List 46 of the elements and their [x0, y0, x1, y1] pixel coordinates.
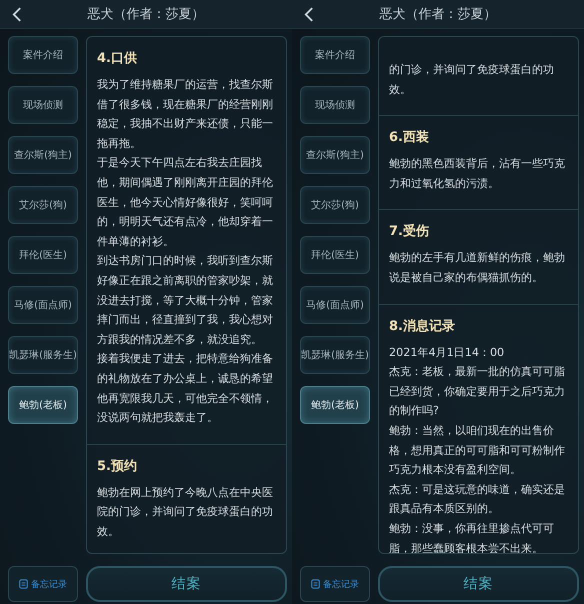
sidebar-tab[interactable]: 现场侦测 [8, 86, 78, 124]
paragraph: 杰克：老板，最新一批的仿真可可脂已经到货，你确定要用于之后巧克力的制作吗? [389, 364, 566, 420]
paragraph: 鲍勃：当然，以咱们现在的出售价格，想用真正的可可脂和可可粉制作巧克力根本没有盈利空间。 [389, 422, 566, 478]
sidebar-tab[interactable]: 艾尔莎(狗) [300, 186, 370, 224]
screen-title: 恶犬（作者：莎夏） [86, 6, 206, 23]
paragraph: 鲍勃在网上预约了今晚八点在中央医院的门诊，并询问了免疫球蛋白的功效。 [97, 484, 274, 540]
sidebar-tab[interactable]: 艾尔莎(狗) [8, 186, 78, 224]
memo-button[interactable]: 备忘记录 [300, 566, 370, 602]
sidebar-tab[interactable]: 查尔斯(狗主) [8, 136, 78, 174]
paragraph: 我为了维持糖果厂的运营，找查尔斯借了很多钱，现在糖果厂的经营刚刚稳定，我抽不出财产来还债，只能一拖再拖。 [97, 77, 274, 152]
sidebar-tab[interactable]: 马修(面点师) [300, 286, 370, 324]
section-heading: 7.受伤 [389, 222, 430, 242]
notepad-icon [311, 579, 320, 589]
sidebar-tab[interactable]: 案件介绍 [300, 36, 370, 74]
sidebar-tab[interactable]: 拜伦(医生) [300, 236, 370, 274]
paragraph: 于是今天下午四点左右我去庄园找他，期间偶遇了刚刚离开庄园的拜伦医生，他今天心情好像很好，笑呵呵的，明明天气还有点冷，他却穿着一件单薄的衬衫。 [97, 155, 274, 250]
sidebar-tab[interactable]: 凯瑟琳(服务生) [8, 336, 78, 374]
paragraph: 接着我便走了进去，把特意给狗准备的礼物放在了办公桌上，诚恳的希望他再宽限我几天，可他完全不领情，没说两句就把我轰走了。 [97, 351, 274, 426]
section-heading: 6.西装 [389, 129, 430, 148]
section-heading: 4.口供 [97, 50, 138, 68]
sidebar-tab[interactable]: 马修(面点师) [8, 286, 78, 324]
paragraph: 鲍勃的左手有几道新鲜的伤痕，鲍勃说是被自己家的布偶猫抓伤的。 [389, 250, 566, 286]
sidebar-tab[interactable]: 现场侦测 [300, 86, 370, 124]
sidebar-tab[interactable]: 鲍勃(老板) [300, 386, 370, 424]
section-heading: 5.预约 [97, 458, 138, 476]
sidebar-tab[interactable]: 鲍勃(老板) [8, 386, 78, 424]
sidebar-tab[interactable]: 案件介绍 [8, 36, 78, 74]
sidebar-tab[interactable]: 拜伦(医生) [8, 236, 78, 274]
back-button[interactable] [302, 5, 316, 23]
notepad-icon [19, 579, 28, 589]
close-case-button[interactable]: 结案 [378, 566, 579, 602]
screen-title: 恶犬（作者：莎夏） [378, 6, 498, 23]
section-heading: 8.消息记录 [389, 318, 456, 336]
close-case-button[interactable]: 结案 [86, 566, 287, 602]
paragraph: 鲍勃的黑色西装背后，沾有一些巧克力和过氧化氢的污渍。 [389, 156, 566, 192]
paragraph: 到达书房门口的时候，我听到查尔斯好像正在跟之前离职的管家吵架，就没进去打搅，等了大概十分钟，管家摔门而出，径直撞到了我，我心想对方跟我的情况差不多，就没追究。 [97, 253, 274, 348]
back-icon [12, 6, 22, 22]
paragraph: 杰克：可是这玩意的味道，确实还是跟真品有本质区别的。 [389, 482, 566, 518]
sidebar-tab[interactable]: 凯瑟琳(服务生) [300, 336, 370, 374]
sidebar-tab[interactable]: 查尔斯(狗主) [300, 136, 370, 174]
memo-button[interactable]: 备忘记录 [8, 566, 78, 602]
paragraph: 的门诊，并询问了免疫球蛋白的功效。 [389, 62, 555, 98]
paragraph: 鲍勃：没事，你再往里掺点代可可脂，那些蠢顾客根本尝不出来。 [389, 520, 555, 553]
back-button[interactable] [10, 5, 24, 23]
paragraph: 2021年4月1日14：00 [389, 344, 506, 361]
back-icon [304, 6, 314, 22]
